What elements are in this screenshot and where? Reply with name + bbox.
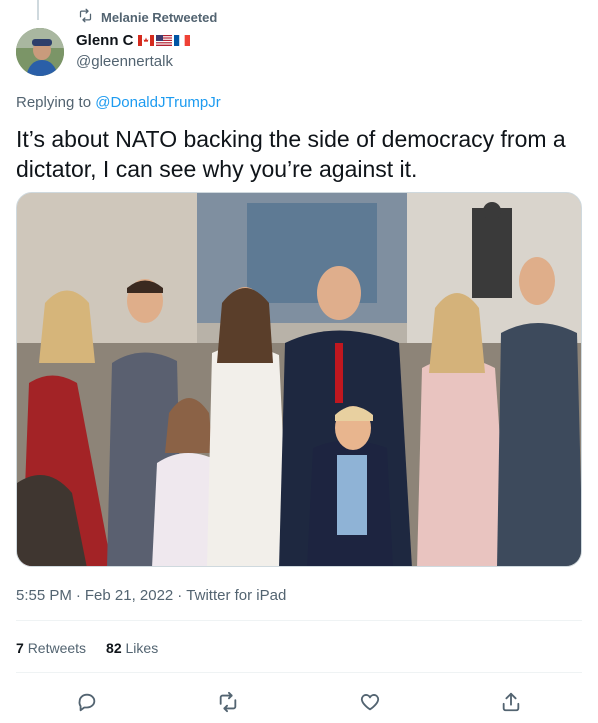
- tweet-date[interactable]: Feb 21, 2022: [85, 587, 173, 604]
- share-button[interactable]: [494, 685, 528, 719]
- retweeted-by[interactable]: Melanie Retweeted: [78, 8, 217, 26]
- retweets-label: Retweets: [27, 640, 87, 656]
- engagement-stats: 7 Retweets 82 Likes: [16, 640, 158, 656]
- share-icon: [503, 692, 520, 712]
- tweet-photo[interactable]: [16, 192, 582, 567]
- divider: [16, 672, 582, 673]
- replying-to-prefix: Replying to: [16, 94, 92, 111]
- author-handle[interactable]: @gleennertalk: [76, 53, 190, 70]
- heart-icon: [360, 694, 379, 711]
- meta-separator: ·: [177, 587, 183, 604]
- retweets-count: 7: [16, 640, 24, 656]
- retweets-stat[interactable]: 7 Retweets: [16, 640, 86, 656]
- retweet-icon: [78, 8, 93, 26]
- likes-label: Likes: [125, 640, 159, 656]
- tweet-time[interactable]: 5:55 PM: [16, 587, 72, 604]
- reply-button[interactable]: [70, 685, 104, 719]
- divider: [16, 620, 582, 621]
- reply-icon: [78, 693, 95, 712]
- replying-to: Replying to @DonaldJTrumpJr: [16, 94, 221, 111]
- like-button[interactable]: [353, 685, 387, 719]
- author-name[interactable]: Glenn C: [76, 32, 134, 49]
- tweet-source[interactable]: Twitter for iPad: [186, 587, 286, 604]
- retweet-button[interactable]: [211, 685, 245, 719]
- thread-line: [37, 0, 39, 20]
- flag-emojis: [137, 35, 190, 46]
- canada-flag-icon: [137, 35, 154, 46]
- likes-count: 82: [106, 640, 122, 656]
- france-flag-icon: [173, 35, 190, 46]
- likes-stat[interactable]: 82 Likes: [106, 640, 158, 656]
- meta-separator: ·: [75, 587, 81, 604]
- reply-target-link[interactable]: @DonaldJTrumpJr: [95, 94, 221, 111]
- retweet-icon: [220, 691, 237, 713]
- avatar[interactable]: [16, 28, 64, 76]
- tweet-actions: [16, 685, 582, 719]
- tweet-text: It’s about NATO backing the side of demo…: [16, 126, 566, 182]
- tweet-meta: 5:55 PM · Feb 21, 2022 · Twitter for iPa…: [16, 587, 286, 604]
- retweeted-by-label: Melanie Retweeted: [101, 9, 218, 25]
- usa-flag-icon: [155, 35, 172, 46]
- author-block: Glenn C @gleennertalk: [76, 32, 190, 70]
